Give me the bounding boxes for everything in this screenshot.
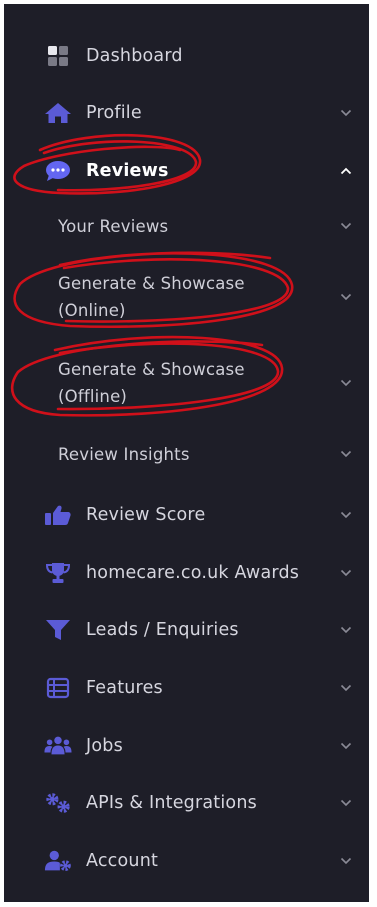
chevron-down-icon[interactable] [338, 218, 354, 234]
sidebar-nav: Dashboard Profile Reviews Your Reviews G… [4, 4, 369, 902]
chevron-down-icon[interactable] [338, 375, 354, 391]
sidebar-item-features[interactable]: Features [4, 676, 369, 700]
sidebar-item-label: Review Score [86, 505, 206, 525]
trophy-icon [44, 562, 72, 584]
sidebar-item-label: Jobs [86, 736, 123, 756]
chevron-down-icon[interactable] [338, 738, 354, 754]
sidebar-item-review-score[interactable]: Review Score [4, 503, 369, 527]
chevron-down-icon[interactable] [338, 622, 354, 638]
user-cog-icon [44, 850, 72, 872]
sidebar-item-profile[interactable]: Profile [4, 101, 369, 125]
submenu-item-your-reviews[interactable]: Your Reviews [4, 212, 369, 240]
sidebar-item-apis[interactable]: APIs & Integrations [4, 791, 369, 815]
chevron-down-icon[interactable] [338, 680, 354, 696]
chat-icon [44, 160, 72, 182]
chevron-down-icon[interactable] [338, 853, 354, 869]
sidebar-item-account[interactable]: Account [4, 849, 369, 873]
chevron-down-icon[interactable] [338, 105, 354, 121]
sidebar-item-label: Dashboard [86, 46, 183, 66]
sidebar-item-awards[interactable]: homecare.co.uk Awards [4, 561, 369, 585]
sidebar-item-label: Account [86, 851, 159, 871]
sidebar-item-label: Features [86, 678, 163, 698]
submenu-item-label: Generate & Showcase (Online) [58, 274, 245, 320]
chevron-down-icon[interactable] [338, 446, 354, 462]
users-icon [44, 735, 72, 757]
sidebar-item-label: Profile [86, 103, 142, 123]
sidebar-item-label: APIs & Integrations [86, 793, 257, 813]
sidebar-item-label: Reviews [86, 161, 169, 181]
home-icon [44, 102, 72, 124]
chevron-down-icon[interactable] [338, 507, 354, 523]
chevron-down-icon[interactable] [338, 565, 354, 581]
sidebar-item-reviews[interactable]: Reviews [4, 159, 369, 183]
submenu-item-generate-offline[interactable]: Generate & Showcase (Offline) [4, 356, 369, 410]
thumbs-up-icon [44, 504, 72, 526]
dashboard-icon [44, 45, 72, 67]
chevron-down-icon[interactable] [338, 795, 354, 811]
submenu-item-label: Your Reviews [58, 216, 169, 236]
sidebar-item-label: Leads / Enquiries [86, 620, 239, 640]
submenu-item-generate-online[interactable]: Generate & Showcase (Online) [4, 270, 369, 324]
gears-icon [44, 792, 72, 814]
submenu-item-review-insights[interactable]: Review Insights [4, 440, 369, 468]
sidebar-item-label: homecare.co.uk Awards [86, 563, 300, 583]
list-icon [44, 677, 72, 699]
funnel-icon [44, 619, 72, 641]
sidebar-item-leads[interactable]: Leads / Enquiries [4, 618, 369, 642]
sidebar-item-dashboard[interactable]: Dashboard [4, 44, 369, 68]
sidebar-item-jobs[interactable]: Jobs [4, 734, 369, 758]
chevron-up-icon[interactable] [338, 163, 354, 179]
submenu-item-label: Review Insights [58, 444, 190, 464]
submenu-item-label: Generate & Showcase (Offline) [58, 360, 245, 406]
chevron-down-icon[interactable] [338, 289, 354, 305]
